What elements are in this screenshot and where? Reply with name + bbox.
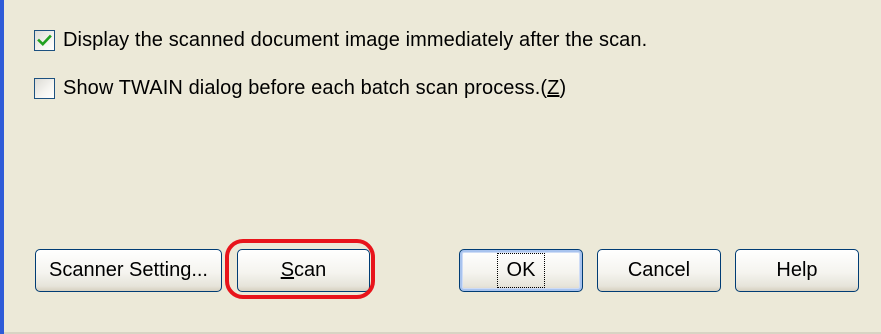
display-after-scan-option[interactable]: Display the scanned document image immed… xyxy=(34,29,647,52)
cancel-button[interactable]: Cancel xyxy=(597,249,721,292)
help-button[interactable]: Help xyxy=(735,249,859,292)
scan-button[interactable]: Scan xyxy=(237,249,370,292)
scan-hotkey: S xyxy=(280,259,295,281)
scanner-setting-label: Scanner Setting... xyxy=(49,259,208,281)
help-label: Help xyxy=(776,259,818,281)
scan-label: Scan xyxy=(275,257,333,284)
display-after-scan-label: Display the scanned document image immed… xyxy=(63,29,648,51)
show-twain-hotkey: Z xyxy=(547,77,560,99)
show-twain-checkbox[interactable] xyxy=(34,78,55,99)
display-after-scan-checkbox[interactable] xyxy=(34,30,55,51)
scanner-setting-button[interactable]: Scanner Setting... xyxy=(35,249,222,292)
checkmark-icon xyxy=(37,34,52,47)
ok-label: OK xyxy=(496,253,546,288)
show-twain-option[interactable]: Show TWAIN dialog before each batch scan… xyxy=(34,77,566,100)
window-left-border xyxy=(0,0,4,334)
scan-label-rest: can xyxy=(294,259,327,281)
show-twain-label: Show TWAIN dialog before each batch scan… xyxy=(63,77,567,99)
show-twain-label-text: Show TWAIN dialog before each batch scan… xyxy=(63,77,541,99)
ok-button[interactable]: OK xyxy=(459,249,583,292)
cancel-label: Cancel xyxy=(627,259,691,281)
